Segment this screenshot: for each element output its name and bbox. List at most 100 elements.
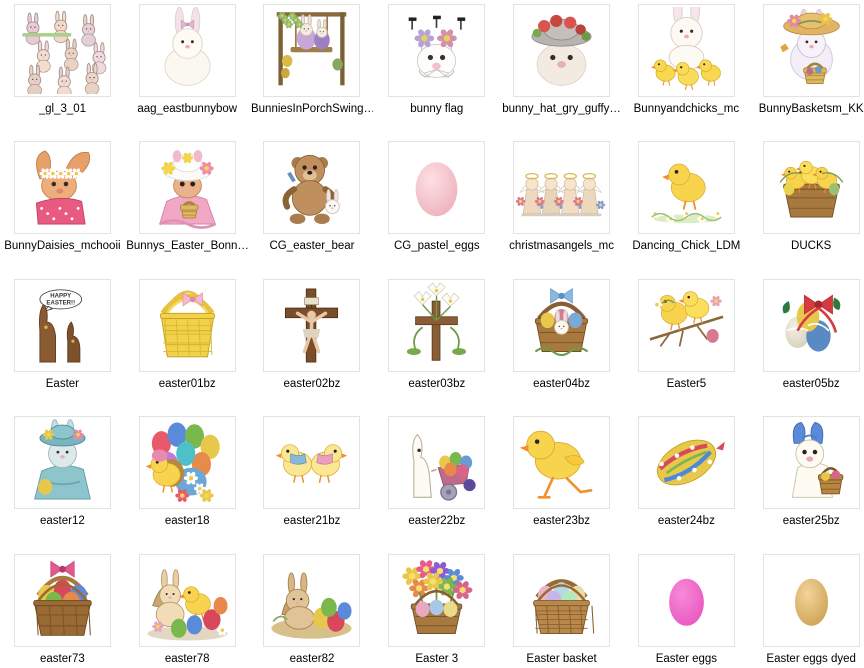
striped-decorated-egg-icon [656,439,730,486]
thumbnail-image[interactable] [637,141,735,235]
thumbnail-caption: easter12 [40,515,85,528]
thumbnail-image[interactable] [513,141,611,235]
thumbnail-image[interactable] [138,278,236,372]
thumbnail-image[interactable] [762,553,860,647]
basket-of-ducks-icon [779,161,844,218]
bunny-blue-dress-icon [33,419,91,500]
pastel-pink-egg-icon [415,162,458,217]
thumbnail-image[interactable] [637,416,735,510]
thumbnail-item[interactable]: Easter5 [624,275,749,412]
thumbnail-image[interactable] [762,278,860,372]
thumbnail-image[interactable] [138,141,236,235]
thumbnail-item[interactable]: easter22bz [374,412,499,549]
thumbnail-image[interactable] [13,4,111,97]
thumbnail-caption: Easter eggs [655,652,718,665]
thumbnail-image[interactable] [513,416,611,510]
thumbnail-item[interactable]: easter73 [0,550,125,668]
thumbnail-image[interactable]: HAPPY EASTER!! [13,278,111,372]
thumbnail-image[interactable] [138,416,236,510]
bunny-eggs-ground-icon [271,571,353,639]
thumbnail-image[interactable] [13,141,111,235]
thumbnail-item[interactable]: aag_eastbunnybow [125,0,250,137]
thumbnail-item[interactable]: easter23bz [499,412,624,549]
thumbnail-gallery: _gl_3_01 aag_eastbunnybow BunniesInPorchSw… [0,0,864,668]
tan-dyed-egg-icon [794,578,828,626]
thumbnail-item[interactable]: easter78 [125,550,250,668]
thumbnail-item[interactable]: CG_easter_bear [250,137,375,274]
thumbnail-item[interactable]: easter24bz [624,412,749,549]
thumbnail-image[interactable] [637,278,735,372]
thumbnail-image[interactable] [138,553,236,647]
thumbnail-item[interactable]: bunny flag [374,0,499,137]
thumbnail-image[interactable] [513,553,611,647]
thumbnail-item[interactable]: Dancing_Chick_LDM [624,137,749,274]
thumbnail-item[interactable]: easter05bz [749,275,864,412]
thumbnail-item[interactable]: HAPPY EASTER!! Easter [0,275,125,412]
thumbnail-item[interactable]: easter21bz [250,412,375,549]
thumbnail-item[interactable]: CG_pastel_eggs [374,137,499,274]
bunny-straw-hat-basket-icon [779,9,840,84]
thumbnail-caption: Easter basket [526,652,597,665]
thumbnail-image[interactable] [762,416,860,510]
bunny-and-chicks-icon [650,7,721,91]
thumbnail-image[interactable] [388,4,486,97]
svg-text:EASTER!!: EASTER!! [46,299,75,306]
two-chicks-branch-icon [649,291,724,347]
thumbnail-caption: easter21bz [283,515,341,528]
thumbnail-image[interactable] [388,553,486,647]
thumbnail-image[interactable] [263,278,361,372]
bunny-chick-eggs-scene-icon [147,568,228,641]
thumbnail-item[interactable]: easter03bz [374,275,499,412]
thumbnail-image[interactable] [637,4,735,97]
thumbnail-image[interactable] [762,4,860,97]
thumbnail-image[interactable] [388,278,486,372]
thumbnail-caption: Easter 3 [415,652,459,665]
thumbnail-item[interactable]: Easter eggs [624,550,749,668]
thumbnail-image[interactable] [388,416,486,510]
thumbnail-item[interactable]: BunnyBasketsm_KK [749,0,864,137]
thumbnail-caption: easter23bz [533,515,591,528]
thumbnail-item[interactable]: Bunnyandchicks_mc [624,0,749,137]
thumbnail-image[interactable] [263,416,361,510]
thumbnail-item[interactable]: Easter 3 [374,550,499,668]
bunny-blue-ears-basket-icon [791,422,843,498]
thumbnail-item[interactable]: Easter eggs dyed [749,550,864,668]
thumbnail-item[interactable]: easter18 [125,412,250,549]
thumbnail-caption: BunnyBasketsm_KK [758,103,864,115]
running-yellow-chick-icon [519,430,593,499]
thumbnail-item[interactable]: easter04bz [499,275,624,412]
thumbnail-caption: bunny flag [410,103,464,115]
thumbnail-item[interactable]: Bunnys_Easter_Bonn… [125,137,250,274]
svg-text:HAPPY: HAPPY [50,292,71,299]
thumbnail-caption: BunniesInPorchSwing… [250,103,373,115]
thumbnail-item[interactable]: BunnyDaisies_mchooii [0,137,125,274]
thumbnail-image[interactable] [263,553,361,647]
thumbnail-item[interactable]: DUCKS [749,137,864,274]
pink-egg-plain-icon [668,578,704,626]
eggs-red-bow-holly-icon [782,294,841,352]
bunny-pink-daisies-icon [35,150,91,225]
thumbnail-image[interactable] [513,4,611,97]
thumbnail-item[interactable]: easter25bz [749,412,864,549]
thumbnail-image[interactable] [762,141,860,235]
thumbnail-item[interactable]: BunniesInPorchSwing… [250,0,375,137]
thumbnail-image[interactable] [513,278,611,372]
thumbnail-item[interactable]: _gl_3_01 [0,0,125,137]
thumbnail-image[interactable] [13,416,111,510]
yellow-basket-bow-icon [159,290,215,358]
thumbnail-image[interactable] [13,553,111,647]
thumbnail-image[interactable] [263,4,361,97]
thumbnail-image[interactable] [263,141,361,235]
thumbnail-item[interactable]: easter02bz [250,275,375,412]
thumbnail-item[interactable]: bunny_hat_gry_guffy… [499,0,624,137]
thumbnail-item[interactable]: easter12 [0,412,125,549]
thumbnail-item[interactable]: Easter basket [499,550,624,668]
thumbnail-image[interactable] [138,4,236,97]
thumbnail-caption: easter18 [164,515,210,528]
thumbnail-item[interactable]: easter01bz [125,275,250,412]
thumbnail-image[interactable] [388,141,486,235]
thumbnail-image[interactable] [637,553,735,647]
thumbnail-item[interactable]: christmasangels_mc [499,137,624,274]
thumbnail-caption: CG_pastel_eggs [393,240,480,253]
thumbnail-item[interactable]: easter82 [250,550,375,668]
